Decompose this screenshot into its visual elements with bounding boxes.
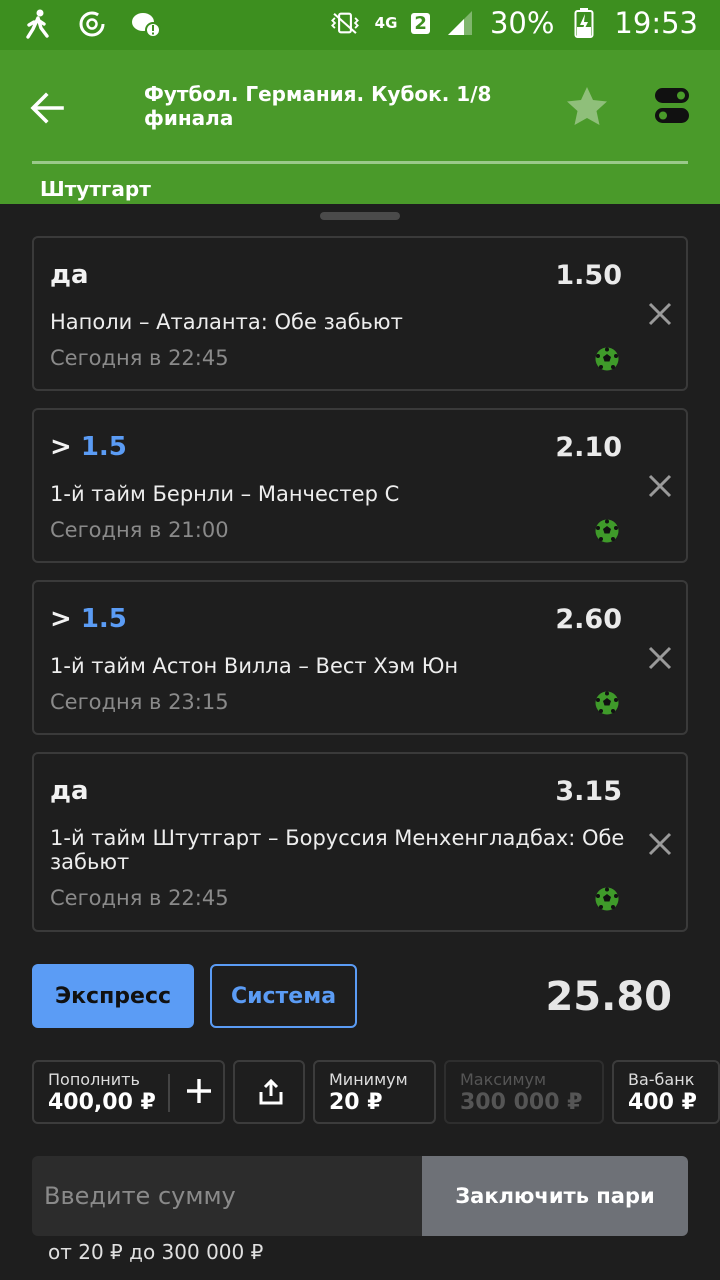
tab-express[interactable]: Экспресс [32,964,194,1028]
app-header: Футбол. Германия. Кубок. 1/8 финала Штут… [0,50,720,204]
chat-alert-icon [130,8,162,40]
bet-outcome: > 1.5 [50,432,127,462]
remove-bet-button[interactable] [646,472,674,500]
soccer-ball-icon [594,346,620,372]
bet-time: Сегодня в 23:15 [50,690,229,714]
plus-icon[interactable] [184,1076,214,1106]
min-value: 20 ₽ [329,1090,383,1115]
remove-bet-button[interactable] [646,830,674,858]
bet-outcome-value: да [50,776,89,806]
bet-card: > 1.5 2.10 1-й тайм Бернли – Манчестер С… [32,408,688,563]
settings-toggle-button[interactable] [654,86,690,126]
bet-time: Сегодня в 22:45 [50,886,229,910]
deposit-button[interactable]: Пополнить 400,00 ₽ [32,1060,225,1124]
tab-system[interactable]: Система [210,964,357,1028]
divider [168,1074,170,1112]
soccer-ball-icon [594,518,620,544]
vibrate-icon [329,7,361,39]
bet-outcome-value: 1.5 [80,432,127,462]
bet-title: Наполи – Аталанта: Обе забьют [50,310,403,334]
balance-value: 400,00 ₽ [48,1090,156,1115]
close-icon [648,646,672,670]
remove-bet-button[interactable] [646,300,674,328]
share-icon [257,1078,285,1106]
close-icon [648,832,672,856]
stake-range-hint: от 20 ₽ до 300 000 ₽ [48,1240,264,1264]
favorite-button[interactable] [564,84,610,130]
stake-amount-input[interactable] [32,1156,422,1236]
network-label: 4G [374,13,398,32]
bet-title: 1-й тайм Штутгарт – Боруссия Менхенгладб… [50,826,625,874]
deposit-label: Пополнить [48,1070,140,1089]
status-right: 4G 2 30% 19:53 [329,6,698,40]
bet-outcome-prefix: > [50,604,81,634]
place-bet-button[interactable]: Заключить пари [422,1156,688,1236]
bet-card: да 3.15 1-й тайм Штутгарт – Боруссия Мен… [32,752,688,932]
remove-bet-button[interactable] [646,644,674,672]
page-title: Футбол. Германия. Кубок. 1/8 финала [144,82,492,130]
close-icon [648,302,672,326]
max-stake-button[interactable]: Максимум 300 000 ₽ [444,1060,604,1124]
bet-odds: 3.15 [555,776,622,807]
all-in-button[interactable]: Ва-банк 400 ₽ [612,1060,720,1124]
bet-time: Сегодня в 22:45 [50,346,229,370]
bet-odds: 2.60 [555,604,622,635]
battery-charging-icon [568,7,600,39]
min-label: Минимум [329,1070,408,1089]
arrow-left-icon [30,92,64,124]
back-button[interactable] [26,86,70,130]
bet-card: да 1.50 Наполи – Аталанта: Обе забьют Се… [32,236,688,391]
sheet-drag-handle[interactable] [320,212,400,220]
bet-time: Сегодня в 21:00 [50,518,229,542]
walk-icon [22,8,54,40]
close-icon [648,474,672,498]
bet-outcome: да [50,776,89,806]
bet-card: > 1.5 2.60 1-й тайм Астон Вилла – Вест Х… [32,580,688,735]
soccer-ball-icon [594,886,620,912]
sim-badge: 2 [411,12,430,34]
toggles-icon [655,88,689,123]
share-button[interactable] [233,1060,305,1124]
clock: 19:53 [614,6,698,40]
bet-title: 1-й тайм Астон Вилла – Вест Хэм Юн [50,654,459,678]
bet-odds: 1.50 [555,260,622,291]
total-odds: 25.80 [545,974,672,1020]
max-value: 300 000 ₽ [460,1090,583,1115]
sync-icon [76,8,108,40]
battery-percent: 30% [489,6,555,40]
bet-outcome-value: да [50,260,89,290]
bet-outcome-prefix: > [50,432,81,462]
min-stake-button[interactable]: Минимум 20 ₽ [313,1060,436,1124]
soccer-ball-icon [594,690,620,716]
allin-label: Ва-банк [628,1070,695,1089]
max-label: Максимум [460,1070,547,1089]
status-left-icons [22,8,162,40]
bet-outcome: да [50,260,89,290]
header-divider [32,161,688,164]
bet-outcome-value: 1.5 [80,604,127,634]
star-icon [567,87,607,125]
allin-value: 400 ₽ [628,1090,697,1115]
bet-odds: 2.10 [555,432,622,463]
bet-title: 1-й тайм Бернли – Манчестер С [50,482,400,506]
signal-icon [444,7,476,39]
page-subtitle: Штутгарт [40,177,151,201]
status-bar: 4G 2 30% 19:53 [0,0,720,50]
bet-outcome: > 1.5 [50,604,127,634]
